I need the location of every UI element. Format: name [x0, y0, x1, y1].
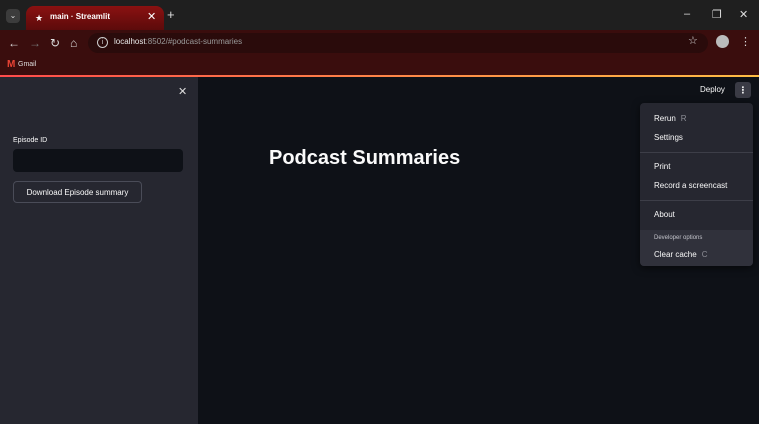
- streamlit-icon: ★: [34, 13, 44, 23]
- new-tab-icon[interactable]: +: [167, 7, 175, 22]
- url-host: localhost: [114, 37, 146, 46]
- menu-divider: [640, 200, 753, 201]
- reload-icon[interactable]: ↻: [50, 36, 60, 50]
- menu-print[interactable]: Print: [654, 162, 670, 171]
- developer-options-heading: Developer options: [654, 235, 703, 241]
- menu-rerun-label: Rerun: [654, 114, 676, 123]
- url-text[interactable]: localhost:8502/#podcast-summaries: [114, 37, 242, 46]
- episode-id-label: Episode ID: [13, 137, 48, 144]
- main-menu-icon[interactable]: ⋮: [735, 82, 751, 98]
- menu-settings[interactable]: Settings: [654, 133, 683, 142]
- forward-icon[interactable]: →: [29, 36, 41, 50]
- download-summary-button[interactable]: Download Episode summary: [13, 181, 142, 203]
- menu-divider: [640, 152, 753, 153]
- close-sidebar-icon[interactable]: ✕: [178, 85, 187, 98]
- close-window-icon[interactable]: ✕: [739, 8, 748, 21]
- menu-rerun-shortcut: R: [680, 114, 687, 123]
- tab-search-chevron-icon[interactable]: ⌄: [6, 9, 20, 23]
- browser-tabstrip: ⌄ ★ main · Streamlit ✕ + – ❐ ✕: [0, 0, 759, 30]
- browser-tab-active[interactable]: ★ main · Streamlit ✕: [26, 6, 164, 30]
- maximize-icon[interactable]: ❐: [712, 8, 722, 21]
- menu-rerun[interactable]: Rerun R: [654, 114, 687, 123]
- close-tab-icon[interactable]: ✕: [147, 10, 156, 23]
- menu-record-screencast[interactable]: Record a screencast: [654, 181, 727, 190]
- menu-about[interactable]: About: [654, 210, 675, 219]
- bookmarks-bar: M Gmail: [0, 56, 759, 75]
- url-path: :8502/#podcast-summaries: [145, 37, 243, 46]
- menu-clear-cache-label: Clear cache: [654, 250, 697, 259]
- menu-clear-cache[interactable]: Clear cache C: [654, 250, 707, 259]
- sidebar: ✕ Episode ID Download Episode summary: [0, 77, 198, 424]
- tab-title: main · Streamlit: [50, 12, 111, 21]
- deploy-button[interactable]: Deploy: [700, 85, 725, 94]
- address-bar[interactable]: i localhost:8502/#podcast-summaries: [88, 33, 708, 53]
- back-icon[interactable]: ←: [8, 36, 20, 50]
- bookmark-star-icon[interactable]: ☆: [688, 34, 698, 47]
- gmail-icon: M: [7, 59, 16, 70]
- minimize-icon[interactable]: –: [684, 8, 690, 20]
- browser-toolbar: ← → ↻ ⌂ i localhost:8502/#podcast-summar…: [0, 30, 759, 56]
- main-menu-dropdown: Rerun R Settings Print Record a screencas…: [640, 103, 753, 266]
- bookmark-gmail[interactable]: Gmail: [18, 61, 36, 68]
- developer-options-section: Developer options Clear cache C: [640, 230, 753, 266]
- page-title: Podcast Summaries: [269, 147, 461, 169]
- episode-id-input[interactable]: [13, 149, 183, 172]
- site-info-icon[interactable]: i: [97, 37, 108, 48]
- profile-avatar[interactable]: [716, 35, 729, 48]
- menu-clear-cache-shortcut: C: [701, 250, 708, 259]
- home-icon[interactable]: ⌂: [70, 36, 77, 50]
- browser-menu-icon[interactable]: ⋮: [740, 35, 751, 48]
